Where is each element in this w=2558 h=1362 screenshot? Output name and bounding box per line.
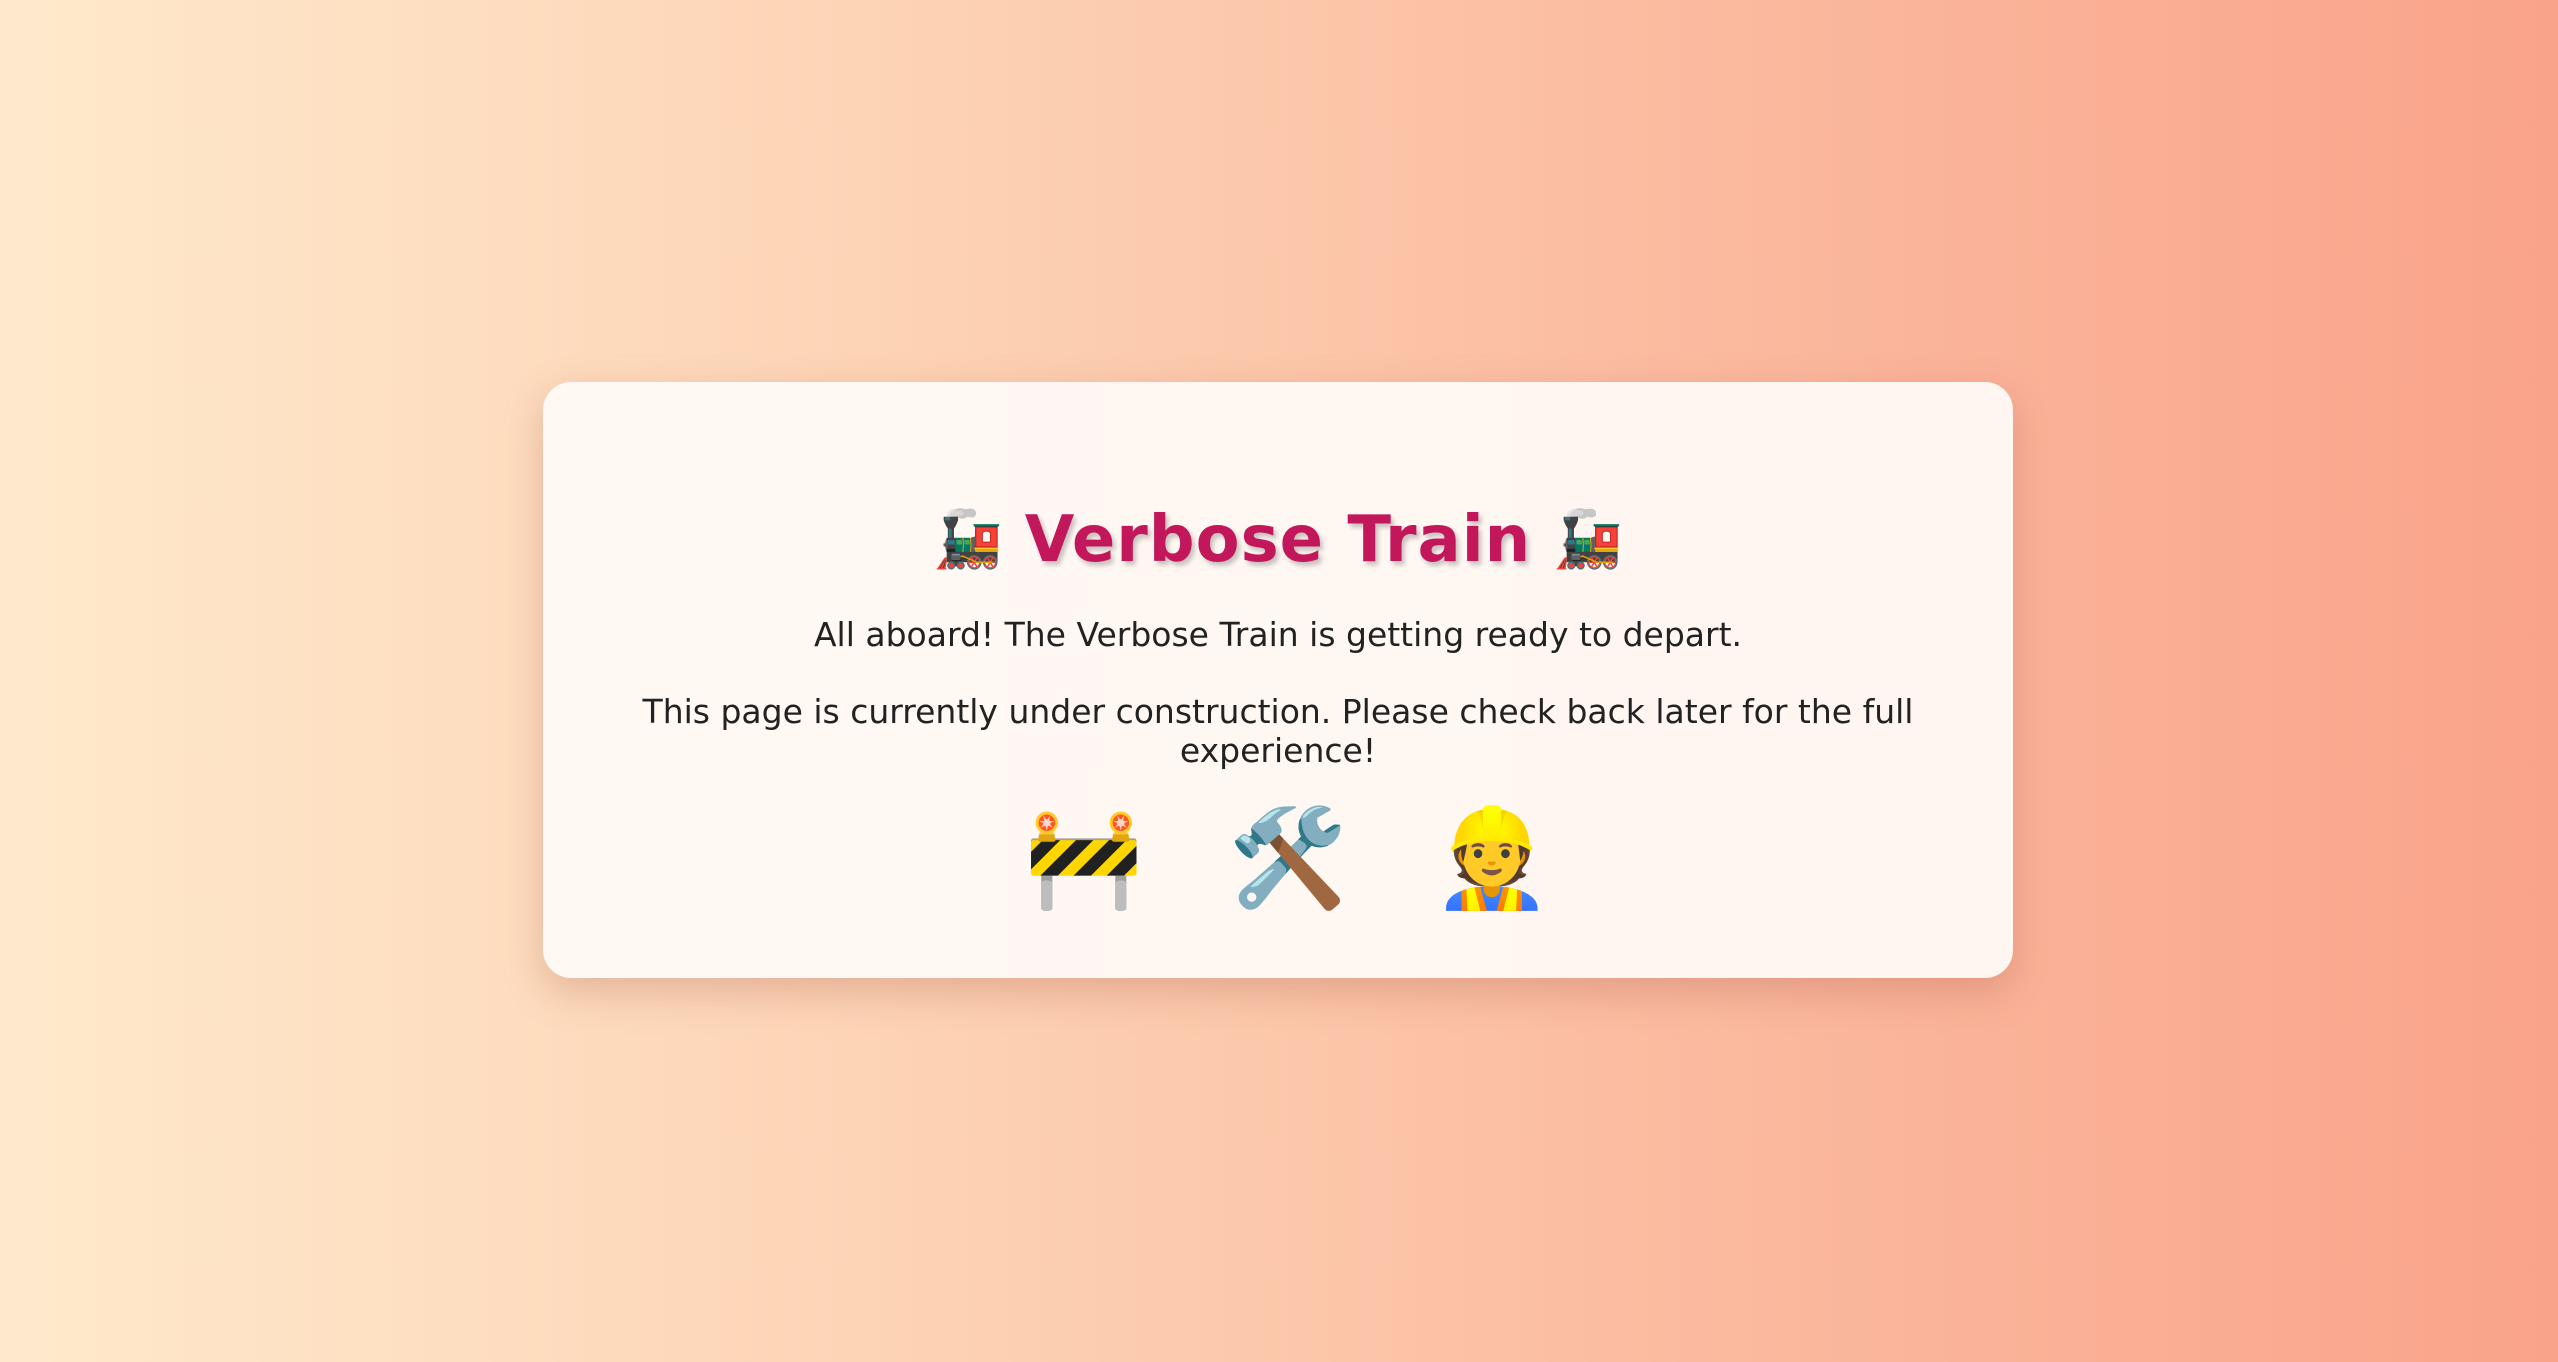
construction-worker-icon: 👷 bbox=[1432, 802, 1552, 914]
construction-message: This page is currently under constructio… bbox=[642, 692, 1914, 770]
train-icon: 🚂 bbox=[933, 507, 1003, 572]
hammer-and-wrench-icon: 🛠️ bbox=[1228, 802, 1348, 914]
page-title: Verbose Train bbox=[1024, 503, 1532, 577]
construction-barrier-icon: 🚧 bbox=[1024, 802, 1144, 914]
construction-icons: 🚧 🛠️ 👷 bbox=[543, 810, 2013, 906]
welcome-message: All aboard! The Verbose Train is getting… bbox=[813, 615, 1743, 654]
under-construction-card: 🚂 Verbose Train 🚂 All aboard! The Verbos… bbox=[543, 382, 2013, 978]
page-title-row: 🚂 Verbose Train 🚂 bbox=[543, 495, 2013, 585]
train-icon: 🚂 bbox=[1553, 507, 1623, 572]
